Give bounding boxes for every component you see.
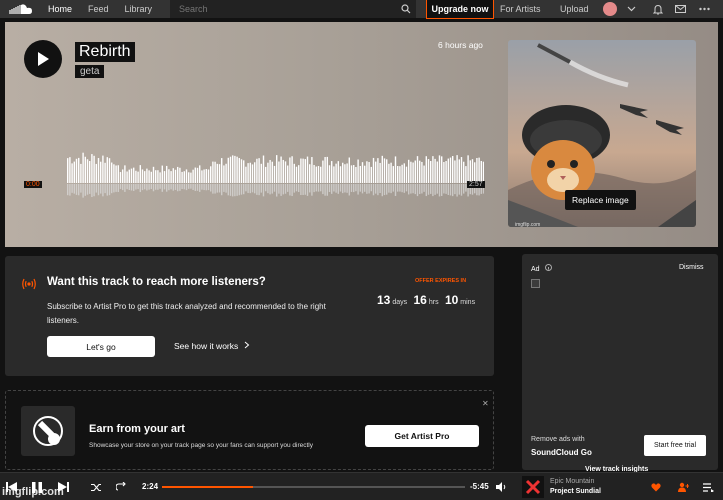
countdown-mins: 10 [444, 293, 459, 307]
earn-description: Showcase your store on your track page s… [89, 442, 314, 449]
for-artists-link[interactable]: For Artists [500, 0, 541, 18]
repeat-icon[interactable] [116, 480, 127, 494]
player-remaining-time: -5:45 [470, 482, 489, 491]
offer-countdown: 13 days 16 hrs 10 mins [377, 293, 478, 307]
follow-user-icon[interactable] [678, 480, 689, 494]
ad-label: Ad [531, 264, 552, 273]
lets-go-button[interactable]: Let's go [47, 336, 155, 357]
promo-title: Want this track to reach more listeners? [47, 276, 266, 288]
countdown-mins-unit: mins [460, 299, 476, 306]
countdown-hours: 16 [413, 293, 427, 307]
info-icon[interactable] [544, 264, 552, 271]
now-playing-artwork[interactable] [522, 476, 544, 498]
search-icon[interactable] [396, 4, 416, 14]
store-logo-icon [21, 406, 75, 456]
track-title[interactable]: Rebirth [75, 42, 135, 62]
track-hero: Rebirth geta 6 hours ago 0:00 2:57 Repla… [5, 22, 718, 247]
ad-panel: Ad Dismiss Remove ads with SoundCloud Go… [522, 254, 718, 470]
progress-fill [162, 486, 253, 488]
earn-from-art-card: ✕ Earn from your art Showcase your store… [5, 390, 494, 470]
get-artist-pro-button[interactable]: Get Artist Pro [365, 425, 479, 447]
ad-brand: SoundCloud Go [531, 448, 592, 457]
queue-icon[interactable] [703, 480, 714, 494]
chevron-right-icon [244, 341, 249, 349]
see-how-label: See how it works [174, 341, 239, 351]
waveform[interactable] [25, 150, 484, 206]
cover-credit: imgflip.com [515, 222, 541, 228]
now-playing-artist[interactable]: Epic Mountain [550, 478, 594, 485]
now-playing-track[interactable]: Project Sundial [550, 488, 601, 495]
upload-link[interactable]: Upload [560, 0, 589, 18]
search-input[interactable] [170, 4, 396, 14]
offer-expires-label: OFFER EXPIRES IN [415, 278, 467, 284]
upgrade-button[interactable]: Upgrade now [426, 0, 494, 19]
shuffle-icon[interactable] [91, 480, 102, 494]
imgflip-watermark: imgflip.com [2, 486, 64, 498]
search-bar[interactable] [170, 0, 416, 18]
ad-remove-text: Remove ads with [531, 436, 585, 443]
waveform-total-time: 2:57 [467, 181, 485, 188]
artist-pro-promo: Want this track to reach more listeners?… [5, 256, 494, 376]
mail-icon[interactable] [673, 2, 687, 16]
cloud-icon [9, 4, 32, 14]
app-window: Home Feed Library Upgrade now For Artist… [0, 0, 723, 500]
player-bar: 2:24 -5:45 Epic Mountain Project Sundial [0, 472, 723, 500]
avatar[interactable] [603, 2, 617, 16]
ad-dismiss-button[interactable]: Dismiss [679, 264, 704, 271]
nav-feed[interactable]: Feed [80, 0, 117, 18]
progress-bar[interactable] [162, 486, 465, 488]
posted-time: 6 hours ago [438, 40, 483, 50]
chevron-down-icon[interactable] [624, 2, 638, 16]
replace-image-button[interactable]: Replace image [565, 190, 636, 210]
countdown-hours-unit: hrs [428, 299, 439, 306]
countdown-days: 13 [377, 293, 391, 307]
countdown-days-unit: days [392, 299, 408, 306]
heart-icon[interactable] [651, 480, 661, 494]
soundcloud-logo[interactable] [0, 0, 40, 18]
nav-library[interactable]: Library [117, 0, 161, 18]
start-free-trial-button[interactable]: Start free trial [644, 435, 706, 456]
volume-icon[interactable] [496, 480, 507, 494]
bell-icon[interactable] [651, 2, 665, 16]
play-icon [38, 52, 49, 66]
play-button[interactable] [24, 40, 62, 78]
ad-image-icon[interactable] [531, 279, 540, 288]
ad-label-text: Ad [531, 266, 540, 273]
close-icon[interactable]: ✕ [482, 399, 489, 408]
broadcast-icon [22, 277, 36, 295]
waveform-current-time: 0:00 [24, 181, 42, 188]
player-current-time: 2:24 [142, 482, 159, 491]
track-artist[interactable]: geta [75, 65, 105, 78]
nav-home[interactable]: Home [40, 0, 80, 18]
promo-description: Subscribe to Artist Pro to get this trac… [47, 302, 326, 325]
top-nav: Home Feed Library Upgrade now For Artist… [0, 0, 723, 19]
see-how-it-works-link[interactable]: See how it works [174, 341, 250, 351]
earn-title: Earn from your art [89, 423, 185, 435]
more-icon[interactable] [697, 2, 711, 16]
